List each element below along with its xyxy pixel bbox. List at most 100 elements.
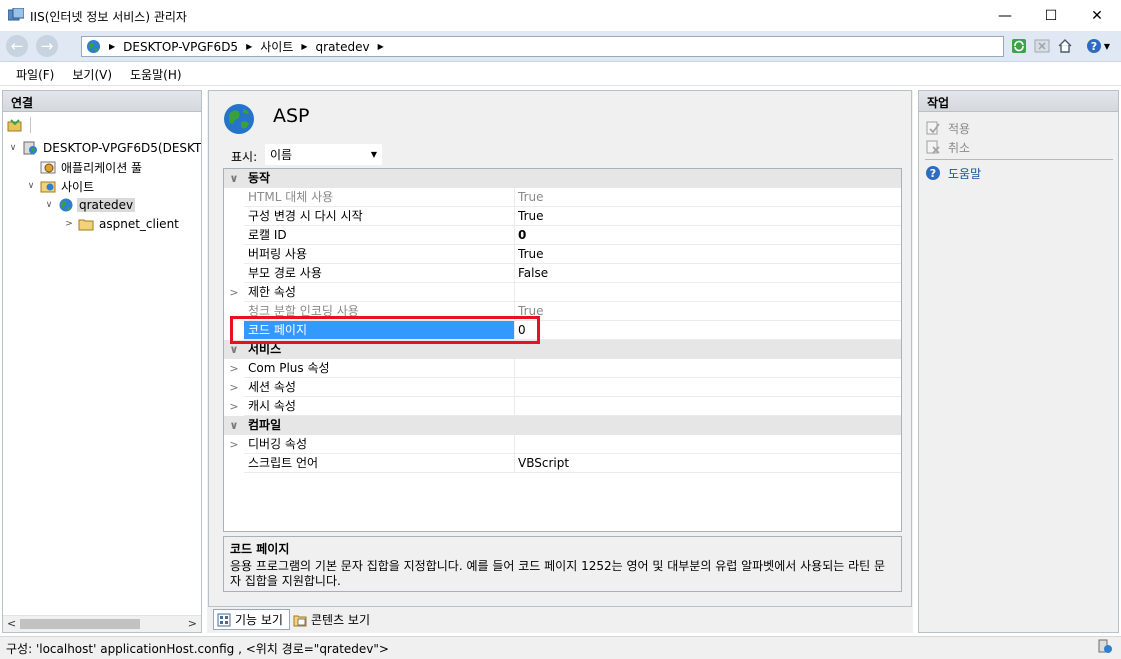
- tree-item-label: qratedev: [77, 198, 136, 212]
- expand-icon[interactable]: >: [224, 359, 244, 378]
- forward-button[interactable]: →: [36, 35, 58, 57]
- forward-arrow-icon: →: [40, 37, 54, 55]
- property-row[interactable]: > Com Plus 속성: [224, 359, 901, 378]
- property-value[interactable]: [515, 397, 901, 416]
- menu-file[interactable]: 파일(F): [7, 66, 63, 83]
- tree-item-qratedev[interactable]: ∨ qratedev: [43, 196, 136, 214]
- property-value[interactable]: True: [515, 188, 901, 207]
- close-button[interactable]: ✕: [1074, 0, 1120, 31]
- property-row[interactable]: > 제한 속성: [224, 283, 901, 302]
- back-button[interactable]: ←: [6, 35, 28, 57]
- menu-bar: 파일(F) 보기(V) 도움말(H): [0, 63, 1121, 86]
- chevron-down-icon: ▼: [370, 150, 377, 159]
- actions-divider: [925, 159, 1113, 160]
- collapse-icon[interactable]: ∨: [224, 169, 244, 188]
- menu-help[interactable]: 도움말(H): [121, 66, 191, 83]
- property-row[interactable]: 버퍼링 사용 True: [224, 245, 901, 264]
- connections-header: 연결: [2, 90, 202, 112]
- connections-hscrollbar[interactable]: < >: [3, 615, 201, 632]
- crumb-sites[interactable]: 사이트: [260, 38, 293, 55]
- tab-content-view[interactable]: 콘텐츠 보기: [290, 609, 376, 630]
- property-row[interactable]: 로캘 ID 0: [224, 226, 901, 245]
- action-label: 취소: [948, 140, 971, 155]
- page-title: ASP: [273, 105, 310, 127]
- expand-icon[interactable]: >: [224, 397, 244, 416]
- minimize-button[interactable]: —: [982, 0, 1028, 31]
- category-label: 컴파일: [248, 418, 282, 432]
- chevron-down-icon: ▼: [1103, 41, 1111, 51]
- property-value[interactable]: [515, 378, 901, 397]
- expander-icon[interactable]: >: [63, 219, 75, 229]
- expand-icon[interactable]: >: [224, 378, 244, 397]
- sites-folder-icon: [40, 181, 56, 193]
- tab-features-view[interactable]: 기능 보기: [213, 609, 290, 630]
- tree-item-server[interactable]: ∨ DESKTOP-VPGF6D5(DESKTO: [7, 139, 201, 157]
- property-name: 스크립트 언어: [244, 454, 515, 473]
- server-status-icon: [1098, 639, 1112, 653]
- property-value[interactable]: 0: [515, 321, 901, 340]
- expand-icon[interactable]: >: [224, 283, 244, 302]
- iis-app-icon: [8, 8, 24, 21]
- breadcrumb[interactable]: ▶ DESKTOP-VPGF6D5 ▶ 사이트 ▶ qratedev ▶: [81, 36, 1004, 57]
- property-row[interactable]: > 캐시 속성: [224, 397, 901, 416]
- category-label: 동작: [248, 171, 271, 185]
- home-button[interactable]: [1056, 37, 1074, 55]
- property-value[interactable]: VBScript: [515, 454, 901, 473]
- globe-icon: [86, 39, 101, 54]
- features-view-icon: [217, 613, 231, 626]
- collapse-icon[interactable]: ∨: [224, 416, 244, 435]
- connect-icon[interactable]: [7, 117, 23, 133]
- toolbar-divider: [30, 117, 31, 133]
- property-name: 캐시 속성: [244, 397, 515, 416]
- tab-label: 콘텐츠 보기: [310, 613, 370, 627]
- property-value[interactable]: [515, 283, 901, 302]
- menu-view[interactable]: 보기(V): [63, 66, 121, 83]
- expander-icon[interactable]: ∨: [7, 143, 19, 153]
- category-row[interactable]: ∨ 컴파일: [224, 416, 901, 435]
- property-name: 제한 속성: [244, 283, 515, 302]
- action-label: 적용: [948, 121, 971, 136]
- maximize-button[interactable]: ☐: [1028, 0, 1074, 31]
- group-by-select[interactable]: 이름 ▼: [265, 144, 382, 165]
- action-label: 도움말: [948, 166, 982, 181]
- property-value[interactable]: True: [515, 245, 901, 264]
- scroll-right-icon[interactable]: >: [188, 617, 197, 630]
- scroll-thumb[interactable]: [20, 619, 140, 629]
- asp-feature-page: ASP 표시: 이름 ▼ ∨ 동작 HTML 대체 사용 True 구성 변경 …: [208, 90, 912, 607]
- title-bar: IIS(인터넷 정보 서비스) 관리자 — ☐ ✕: [0, 0, 1121, 31]
- property-row[interactable]: 부모 경로 사용 False: [224, 264, 901, 283]
- expander-icon[interactable]: ∨: [25, 181, 37, 191]
- crumb-server[interactable]: DESKTOP-VPGF6D5: [123, 40, 238, 54]
- tree-item-app-pools[interactable]: 애플리케이션 풀: [25, 158, 144, 176]
- property-value[interactable]: True: [515, 302, 901, 321]
- action-apply[interactable]: 적용: [925, 119, 970, 137]
- address-bar: ← → ▶ DESKTOP-VPGF6D5 ▶ 사이트 ▶ qratedev ▶…: [0, 31, 1121, 62]
- property-row[interactable]: HTML 대체 사용 True: [224, 188, 901, 207]
- refresh-button[interactable]: [1010, 37, 1028, 55]
- description-text: 응용 프로그램의 기본 문자 집합을 지정합니다. 예를 들어 코드 페이지 1…: [230, 559, 886, 588]
- category-row[interactable]: ∨ 동작: [224, 169, 901, 188]
- action-cancel[interactable]: 취소: [925, 138, 970, 156]
- crumb-separator: ▶: [377, 42, 384, 51]
- property-value[interactable]: 0: [515, 226, 901, 245]
- scroll-left-icon[interactable]: <: [7, 617, 16, 630]
- property-value[interactable]: [515, 435, 901, 454]
- tree-item-sites[interactable]: ∨ 사이트: [25, 177, 96, 195]
- property-row[interactable]: > 세션 속성: [224, 378, 901, 397]
- help-menu-button[interactable]: ? ▼: [1083, 37, 1113, 55]
- property-row[interactable]: 스크립트 언어 VBScript: [224, 454, 901, 473]
- stop-button[interactable]: [1033, 37, 1051, 55]
- expander-icon[interactable]: ∨: [43, 200, 55, 210]
- property-value[interactable]: [515, 359, 901, 378]
- action-help[interactable]: ? 도움말: [925, 164, 981, 182]
- app-pool-icon: [40, 161, 56, 174]
- crumb-site[interactable]: qratedev: [316, 40, 370, 54]
- show-label: 표시:: [231, 150, 258, 164]
- property-row[interactable]: 구성 변경 시 다시 시작 True: [224, 207, 901, 226]
- property-value[interactable]: True: [515, 207, 901, 226]
- tree-item-aspnet-client[interactable]: > aspnet_client: [63, 215, 181, 233]
- property-value[interactable]: False: [515, 264, 901, 283]
- status-text: 구성: 'localhost' applicationHost.config ,…: [6, 642, 389, 656]
- property-row[interactable]: > 디버깅 속성: [224, 435, 901, 454]
- expand-icon[interactable]: >: [224, 435, 244, 454]
